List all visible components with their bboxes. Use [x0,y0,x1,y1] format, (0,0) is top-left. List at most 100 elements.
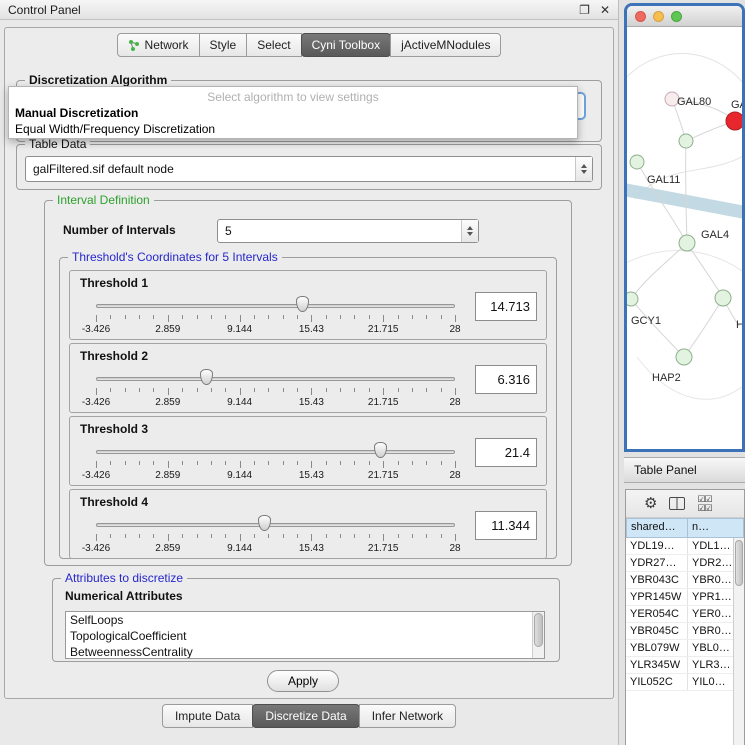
network-node[interactable] [715,290,731,306]
slider-thumb[interactable] [296,296,309,312]
scale-label: 2.859 [155,470,180,481]
tab-jactivemnodules-label: jActiveMNodules [401,38,490,52]
network-node[interactable] [679,134,693,148]
zoom-traffic-light-icon[interactable] [671,11,682,22]
threshold-4-value-field[interactable]: 11.344 [475,511,537,540]
threshold-4-row: Threshold 4 -3.426 2.859 9.144 15.43 21.… [69,489,547,559]
tab-jactivemnodules[interactable]: jActiveMNodules [390,33,501,57]
table-row[interactable]: YDL19… YDL1… [626,538,744,555]
table-row[interactable]: YBR043C YBR0… [626,572,744,589]
column-header[interactable]: n… [688,518,744,538]
table-row[interactable]: YBR045C YBR0… [626,623,744,640]
threshold-2-label: Threshold 2 [80,349,467,363]
tab-network[interactable]: Network [117,33,200,57]
threshold-3-value-field[interactable]: 21.4 [475,438,537,467]
slider-thumb[interactable] [200,369,213,385]
list-item[interactable]: SelfLoops [66,612,544,628]
slider-track[interactable] [96,523,455,527]
list-scrollbar[interactable] [532,612,544,658]
network-node[interactable] [676,349,692,365]
slider-scale: -3.426 2.859 9.144 15.43 21.715 28 [96,543,455,555]
threshold-2-value-field[interactable]: 6.316 [475,365,537,394]
select-columns-icon[interactable]: ☑☑☑☑ [697,495,711,513]
slider-track[interactable] [96,304,455,308]
table-cell: YDR27… [626,555,688,571]
scrollbar-thumb[interactable] [735,540,743,586]
tab-cyni-toolbox[interactable]: Cyni Toolbox [301,33,391,57]
node-label-hap2: HAP2 [652,372,681,384]
slider-thumb[interactable] [374,442,387,458]
table-row[interactable]: YLR345W YLR3… [626,657,744,674]
columns-icon[interactable] [669,497,685,510]
table-cell: YDL19… [626,538,688,554]
table-cell: YBL079W [626,640,688,656]
network-node-selected[interactable] [726,112,742,130]
thresholds-group-legend: Threshold's Coordinates for 5 Intervals [68,250,282,264]
threshold-2-slider[interactable]: -3.426 2.859 9.144 15.43 21.715 28 [94,366,457,412]
scale-label: 2.859 [155,324,180,335]
scale-label: 21.715 [368,543,399,554]
algorithm-option-manual[interactable]: Manual Discretization [9,105,577,121]
number-of-intervals-combobox[interactable]: 5 [217,219,479,243]
interval-definition-legend: Interval Definition [53,193,154,207]
tab-discretize-data[interactable]: Discretize Data [252,704,359,728]
network-edge [684,298,723,357]
tab-infer-network[interactable]: Infer Network [359,704,456,728]
discretization-algorithm-legend: Discretization Algorithm [25,73,171,87]
thresholds-group: Threshold's Coordinates for 5 Intervals … [59,257,557,559]
threshold-1-row: Threshold 1 -3.426 2.859 9.144 15.43 21.… [69,270,547,340]
numerical-attributes-label: Numerical Attributes [65,589,183,603]
threshold-1-slider[interactable]: -3.426 2.859 9.144 15.43 21.715 28 [94,293,457,339]
table-cell: YBR043C [626,572,688,588]
close-icon[interactable]: ✕ [600,4,610,16]
threshold-1-label: Threshold 1 [80,276,467,290]
table-row[interactable]: YBL079W YBL0… [626,640,744,657]
threshold-3-slider[interactable]: -3.426 2.859 9.144 15.43 21.715 28 [94,439,457,485]
tab-impute-data[interactable]: Impute Data [162,704,253,728]
network-wide-edge[interactable] [627,189,742,213]
slider-ticks [96,388,455,396]
network-edge [686,141,687,243]
table-data-combobox[interactable]: galFiltered.sif default node [25,156,593,182]
minimize-traffic-light-icon[interactable] [653,11,664,22]
list-item[interactable]: BetweennessCentrality [66,644,544,659]
table-panel-window: ⚙ ☑☑☑☑ shared… n… YDL19… YDL1… YDR27… YD… [625,489,745,745]
table-row[interactable]: YER054C YER0… [626,606,744,623]
threshold-3-row: Threshold 3 -3.426 2.859 9.144 15.43 21.… [69,416,547,486]
close-traffic-light-icon[interactable] [635,11,646,22]
network-node[interactable] [679,235,695,251]
node-label-gal11: GAL11 [647,174,680,186]
column-header[interactable]: shared… [626,518,688,538]
threshold-4-slider[interactable]: -3.426 2.859 9.144 15.43 21.715 28 [94,512,457,558]
tab-select[interactable]: Select [246,33,301,57]
table-row[interactable]: YIL052C YIL0… [626,674,744,691]
node-label-gal4: GAL4 [701,229,729,241]
minimize-icon[interactable]: ❐ [579,4,590,16]
network-canvas[interactable]: GAL80 GA GAL11 GAL4 GCY1 H HAP2 [627,27,742,451]
network-node[interactable] [627,292,638,306]
slider-thumb[interactable] [258,515,271,531]
network-edge [687,243,723,298]
scale-label: 9.144 [227,397,252,408]
scrollbar-thumb[interactable] [534,613,543,647]
slider-scale: -3.426 2.859 9.144 15.43 21.715 28 [96,470,455,482]
scale-label: 2.859 [155,543,180,554]
algorithm-option-equal-width[interactable]: Equal Width/Frequency Discretization [9,121,577,137]
numerical-attributes-list: SelfLoops TopologicalCoefficient Between… [65,611,545,659]
table-row[interactable]: YDR27… YDR2… [626,555,744,572]
slider-track[interactable] [96,450,455,454]
list-item[interactable]: TopologicalCoefficient [66,628,544,644]
node-label-gal80: GAL80 [677,96,711,108]
apply-button[interactable]: Apply [267,670,339,692]
threshold-1-value-field[interactable]: 14.713 [475,292,537,321]
slider-track[interactable] [96,377,455,381]
tab-style[interactable]: Style [199,33,248,57]
gear-icon[interactable]: ⚙ [644,496,657,511]
control-panel-titlebar: Control Panel ❐ ✕ [0,0,618,20]
table-row[interactable]: YPR145W YPR1… [626,589,744,606]
scale-label: 15.43 [299,324,324,335]
scale-label: 21.715 [368,397,399,408]
table-scrollbar[interactable] [733,538,744,745]
network-node[interactable] [630,155,644,169]
table-header-row: shared… n… [626,518,744,538]
